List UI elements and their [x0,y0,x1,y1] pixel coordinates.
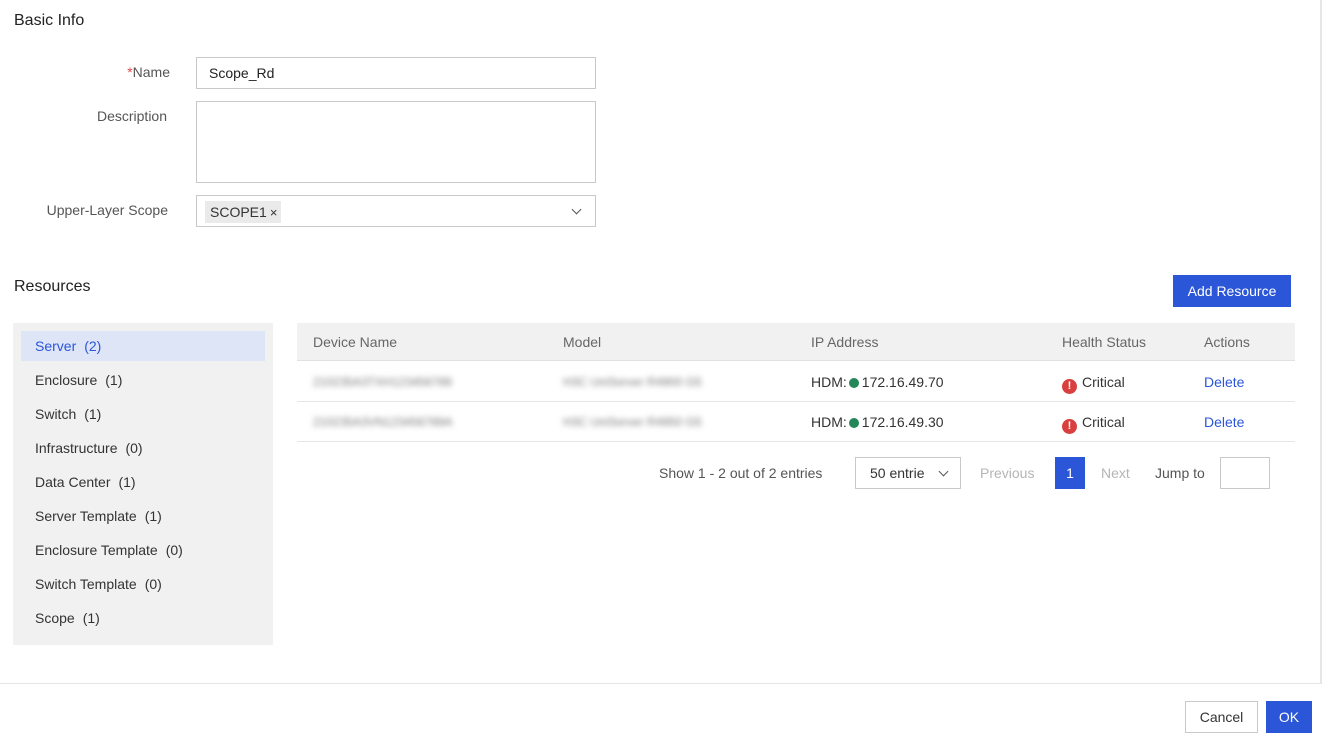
category-infrastructure[interactable]: Infrastructure (0) [21,433,265,463]
category-label: Scope [35,610,75,626]
category-switch-template[interactable]: Switch Template (0) [21,569,265,599]
description-textarea[interactable] [196,101,596,183]
page-size-value: 50 entrie [870,465,925,481]
health-label: Critical [1082,414,1125,430]
category-count: (1) [84,406,102,422]
chevron-down-icon[interactable] [571,204,582,215]
jump-to-label: Jump to [1155,465,1205,481]
name-label-text: Name [132,64,170,80]
category-label: Data Center [35,474,111,490]
ip-value: 172.16.49.30 [861,414,944,430]
health-status-cell: ! Critical [1062,402,1125,442]
status-dot-icon [848,418,859,428]
page-size-select[interactable]: 50 entrie [855,457,961,489]
description-label: Description [96,108,167,124]
category-label: Enclosure Template [35,542,158,558]
category-count: (1) [82,610,100,626]
model-cell: H3C UniServer R4950 G5 [563,415,702,429]
scope-tag-label: SCOPE1 [210,204,267,220]
category-count: (0) [125,440,143,456]
delete-link[interactable]: Delete [1204,402,1244,442]
jump-to-input[interactable] [1220,457,1270,489]
category-label: Infrastructure [35,440,118,456]
table-header: Device Name Model IP Address Health Stat… [297,323,1295,361]
delete-link[interactable]: Delete [1204,362,1244,402]
status-dot-icon [848,378,859,388]
category-count: (2) [84,338,102,354]
upper-layer-scope-label: Upper-Layer Scope [46,202,168,218]
category-count: (1) [144,508,162,524]
category-scope[interactable]: Scope (1) [21,603,265,633]
category-label: Server Template [35,508,137,524]
category-switch[interactable]: Switch (1) [21,399,265,429]
resources-title: Resources [14,278,91,295]
name-label: *Name [0,64,170,80]
column-header-health-status: Health Status [1062,334,1147,350]
model-cell: H3C UniServer R4900 G5 [563,375,702,389]
ip-address-cell: HDM: 172.16.49.70 [811,362,944,402]
category-count: (1) [105,372,123,388]
close-icon[interactable]: × [270,205,278,220]
category-label: Server [35,338,77,354]
column-header-actions: Actions [1204,334,1250,350]
category-count: (0) [165,542,183,558]
category-server[interactable]: Server (2) [21,331,265,361]
cancel-button[interactable]: Cancel [1185,701,1258,733]
ip-value: 172.16.49.70 [861,374,944,390]
footer-divider [0,683,1322,684]
device-name-cell: 210235A3TXH123456789 [313,375,452,389]
page-number-current[interactable]: 1 [1055,457,1085,489]
column-header-device-name: Device Name [313,334,398,350]
exclamation-circle-icon: ! [1062,379,1077,394]
column-header-ip-address: IP Address [811,334,879,350]
scope-tag: SCOPE1 × [205,201,282,223]
next-page-button[interactable]: Next [1101,457,1130,489]
ip-prefix: HDM: [811,374,847,390]
name-input[interactable]: Scope_Rd [196,57,596,89]
table-row: 210235A3VN123456789A H3C UniServer R4950… [297,402,1295,442]
ip-address-cell: HDM: 172.16.49.30 [811,402,944,442]
exclamation-circle-icon: ! [1062,419,1077,434]
ip-prefix: HDM: [811,414,847,430]
add-resource-button[interactable]: Add Resource [1173,275,1291,307]
upper-layer-scope-select[interactable]: SCOPE1 × [196,195,596,227]
category-count: (0) [144,576,162,592]
table-row: 210235A3TXH123456789 H3C UniServer R4900… [297,362,1295,402]
health-label: Critical [1082,374,1125,390]
category-data-center[interactable]: Data Center (1) [21,467,265,497]
category-label: Switch Template [35,576,137,592]
category-server-template[interactable]: Server Template (1) [21,501,265,531]
ok-button[interactable]: OK [1266,701,1312,733]
basic-info-title: Basic Info [14,12,85,29]
category-label: Switch [35,406,77,422]
category-label: Enclosure [35,372,98,388]
category-count: (1) [118,474,136,490]
pagination-summary: Show 1 - 2 out of 2 entries [659,465,823,481]
category-enclosure[interactable]: Enclosure (1) [21,365,265,395]
category-enclosure-template[interactable]: Enclosure Template (0) [21,535,265,565]
device-name-cell: 210235A3VN123456789A [313,415,453,429]
chevron-down-icon[interactable] [938,466,949,477]
health-status-cell: ! Critical [1062,362,1125,402]
resource-category-list: Server (2) Enclosure (1) Switch (1) Infrast… [13,323,273,645]
column-header-model: Model [563,334,602,350]
previous-page-button[interactable]: Previous [980,457,1034,489]
